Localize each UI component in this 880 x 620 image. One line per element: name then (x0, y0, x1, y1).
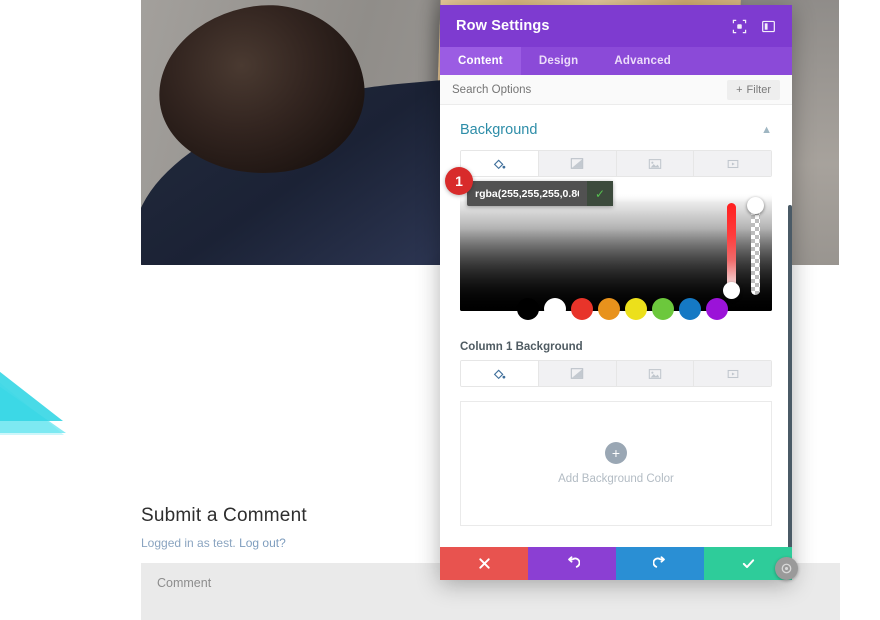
column-background-video-tab[interactable] (694, 361, 771, 386)
swatch-green[interactable] (652, 298, 674, 320)
tab-design[interactable]: Design (521, 47, 597, 75)
hue-slider-handle[interactable] (723, 282, 740, 299)
search-row: + Filter (440, 75, 792, 105)
filter-button-label: Filter (746, 83, 771, 96)
modal-action-bar (440, 547, 792, 580)
plus-icon: + (605, 442, 627, 464)
modal-title: Row Settings (456, 18, 550, 34)
column-background-image-tab[interactable] (616, 361, 695, 386)
color-value-input[interactable] (467, 181, 587, 206)
saturation-value-area[interactable] (460, 193, 772, 311)
swatch-purple[interactable] (706, 298, 728, 320)
swatch-white[interactable] (544, 298, 566, 320)
filter-button[interactable]: + Filter (727, 79, 780, 100)
background-section-header[interactable]: Background ▲ (440, 105, 792, 150)
redo-button[interactable] (616, 547, 704, 580)
logout-link[interactable]: Log out? (239, 536, 286, 550)
plus-icon: + (736, 83, 743, 96)
layout-split-icon[interactable] (761, 19, 776, 34)
chevron-up-icon[interactable]: ▲ (761, 124, 772, 136)
color-value-row: 1 ✓ (445, 167, 613, 206)
tab-advanced[interactable]: Advanced (596, 47, 689, 75)
background-gradient-tab[interactable] (538, 151, 617, 176)
settings-gear-icon (781, 563, 792, 574)
column-background-gradient-tab[interactable] (538, 361, 617, 386)
step-badge-1: 1 (445, 167, 473, 195)
search-input[interactable] (452, 83, 728, 96)
undo-icon (567, 556, 580, 568)
close-icon (478, 558, 490, 569)
redo-icon (652, 556, 665, 568)
tab-content[interactable]: Content (440, 47, 521, 75)
modal-scrollbar[interactable] (788, 205, 792, 575)
settings-resize-handle[interactable] (775, 557, 798, 580)
screen: Submit a Comment Logged in as test. Log … (0, 0, 880, 620)
add-background-color-button[interactable]: + Add Background Color (460, 401, 772, 526)
swatch-black[interactable] (517, 298, 539, 320)
alpha-slider-handle[interactable] (747, 197, 764, 214)
logged-in-text: Logged in as test. (141, 536, 236, 550)
swatch-orange[interactable] (598, 298, 620, 320)
color-picker: 1 ✓ (445, 167, 772, 320)
check-icon (742, 559, 754, 569)
swatch-red[interactable] (571, 298, 593, 320)
paint-bucket-icon (494, 159, 506, 169)
add-background-color-label: Add Background Color (558, 473, 674, 485)
background-image-tab[interactable] (616, 151, 695, 176)
column-background-color-tab[interactable] (461, 361, 539, 386)
expand-icon[interactable] (732, 19, 747, 34)
image-icon (648, 158, 662, 169)
gradient-icon (570, 368, 584, 379)
undo-button[interactable] (528, 547, 616, 580)
background-color-tab[interactable] (461, 151, 539, 176)
row-settings-modal: Row Settings Content Design Advanced Sea… (440, 5, 792, 580)
video-icon (727, 369, 738, 378)
paint-bucket-icon (494, 369, 506, 379)
column-background-label: Column 1 Background (460, 341, 583, 353)
swatch-yellow[interactable] (625, 298, 647, 320)
color-swatches (517, 298, 728, 320)
column-background-type-tabs (460, 360, 772, 387)
modal-scroll-area[interactable]: Background ▲ 1 rgba(255,255,255,0.86) ✓ … (440, 105, 792, 580)
video-icon (727, 159, 738, 168)
hue-slider[interactable] (723, 203, 740, 299)
modal-header-actions (732, 19, 776, 34)
modal-tabs: Content Design Advanced (440, 47, 792, 75)
swatch-blue[interactable] (679, 298, 701, 320)
cancel-button[interactable] (440, 547, 528, 580)
alpha-slider[interactable] (747, 197, 764, 295)
image-icon (648, 368, 662, 379)
color-confirm-button[interactable]: ✓ (587, 181, 613, 206)
background-video-tab[interactable] (694, 151, 771, 176)
background-section-title: Background (460, 122, 538, 138)
gradient-icon (570, 158, 584, 169)
background-type-tabs (460, 150, 772, 177)
modal-header: Row Settings (440, 5, 792, 47)
